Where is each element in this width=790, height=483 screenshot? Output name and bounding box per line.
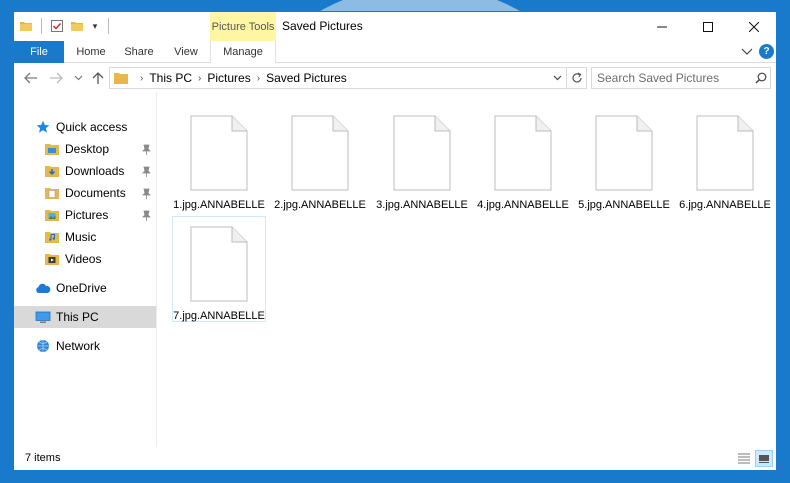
up-arrow-icon[interactable]	[89, 69, 107, 87]
close-icon[interactable]	[731, 12, 776, 41]
recent-locations-chevron-icon[interactable]	[69, 69, 87, 87]
navigation-pane: Quick access Desktop Downloads Documents…	[14, 100, 156, 444]
blank-file-icon	[393, 115, 451, 194]
tab-file[interactable]: File	[14, 41, 64, 63]
details-view-icon[interactable]	[735, 450, 753, 467]
toolbar-separator	[108, 18, 109, 34]
pictures-folder-icon	[44, 207, 60, 223]
desktop-folder-icon	[44, 141, 60, 157]
address-bar[interactable]: › This PC › Pictures › Saved Pictures	[109, 67, 587, 89]
explorer-window: ▾ Picture Tools Saved Pictures File Home…	[13, 11, 777, 471]
window-title: Saved Pictures	[282, 19, 363, 33]
toolbar-separator	[41, 18, 42, 34]
ribbon-expand-chevron-icon[interactable]	[740, 45, 754, 59]
minimize-icon[interactable]	[639, 12, 685, 41]
nav-item-quick-access[interactable]: Quick access	[14, 116, 156, 138]
file-item[interactable]: 4.jpg.ANNABELLE	[476, 106, 570, 212]
properties-check-icon[interactable]	[49, 18, 65, 34]
file-item[interactable]: 2.jpg.ANNABELLE	[273, 106, 367, 212]
crumb-pictures[interactable]: Pictures	[207, 71, 250, 85]
cloud-icon	[35, 280, 51, 296]
forward-arrow-icon[interactable]	[47, 69, 65, 87]
nav-item-downloads[interactable]: Downloads	[14, 160, 156, 182]
quick-access-toolbar: ▾	[18, 18, 112, 34]
breadcrumb: › This PC › Pictures › Saved Pictures	[110, 71, 548, 85]
tab-home[interactable]: Home	[69, 41, 113, 63]
tab-manage[interactable]: Manage	[210, 41, 276, 63]
pin-icon[interactable]	[140, 186, 152, 200]
file-name: 4.jpg.ANNABELLE	[477, 199, 569, 211]
search-icon[interactable]	[752, 72, 770, 84]
crumb-separator-icon[interactable]: ›	[198, 73, 201, 84]
nav-item-this-pc[interactable]: This PC	[14, 306, 156, 328]
pin-icon[interactable]	[140, 164, 152, 178]
file-item[interactable]: 5.jpg.ANNABELLE	[577, 106, 671, 212]
file-list: 1.jpg.ANNABELLE 2.jpg.ANNABELLE 3.jpg.ANNA…	[157, 92, 776, 447]
item-count: 7 items	[25, 452, 61, 464]
customize-dropdown-icon[interactable]: ▾	[89, 21, 101, 32]
new-folder-icon[interactable]	[69, 18, 85, 34]
file-item[interactable]: 3.jpg.ANNABELLE	[375, 106, 469, 212]
nav-item-network[interactable]: Network	[14, 335, 156, 357]
search-input[interactable]	[592, 68, 752, 88]
large-icons-view-icon[interactable]	[755, 450, 773, 467]
blank-file-icon	[595, 115, 653, 194]
status-bar: 7 items	[14, 447, 776, 470]
documents-folder-icon	[44, 185, 60, 201]
crumb-saved-pictures[interactable]: Saved Pictures	[266, 71, 347, 85]
help-button[interactable]: ?	[759, 44, 774, 59]
pin-icon[interactable]	[140, 208, 152, 222]
nav-item-documents[interactable]: Documents	[14, 182, 156, 204]
file-item[interactable]: 1.jpg.ANNABELLE	[172, 106, 266, 212]
nav-item-videos[interactable]: Videos	[14, 248, 156, 270]
file-item[interactable]: 7.jpg.ANNABELLE	[172, 216, 266, 322]
crumb-this-pc[interactable]: This PC	[149, 71, 192, 85]
downloads-folder-icon	[44, 163, 60, 179]
tab-view[interactable]: View	[166, 41, 206, 63]
blank-file-icon	[696, 115, 754, 194]
address-folder-icon	[114, 72, 128, 84]
nav-item-music[interactable]: Music	[14, 226, 156, 248]
file-name: 5.jpg.ANNABELLE	[578, 199, 670, 211]
file-item[interactable]: 6.jpg.ANNABELLE	[678, 106, 772, 212]
search-box	[591, 67, 771, 89]
videos-folder-icon	[44, 251, 60, 267]
music-folder-icon	[44, 229, 60, 245]
address-dropdown-chevron-icon[interactable]	[548, 68, 566, 88]
file-name: 7.jpg.ANNABELLE	[173, 310, 265, 322]
picture-tools-context-tab: Picture Tools	[210, 12, 276, 41]
crumb-separator-icon: ›	[140, 72, 144, 84]
network-icon	[35, 338, 51, 354]
file-name: 3.jpg.ANNABELLE	[376, 199, 468, 211]
computer-icon	[35, 309, 51, 325]
star-icon	[35, 119, 51, 135]
nav-item-desktop[interactable]: Desktop	[14, 138, 156, 160]
folder-icon[interactable]	[18, 18, 34, 34]
back-arrow-icon[interactable]	[22, 69, 40, 87]
file-name: 1.jpg.ANNABELLE	[173, 199, 265, 211]
blank-file-icon	[291, 115, 349, 194]
nav-item-pictures[interactable]: Pictures	[14, 204, 156, 226]
ribbon-tabs: File Home Share View Manage ?	[14, 41, 776, 63]
file-name: 6.jpg.ANNABELLE	[679, 199, 771, 211]
pin-icon[interactable]	[140, 142, 152, 156]
tab-share[interactable]: Share	[117, 41, 161, 63]
maximize-icon[interactable]	[685, 12, 731, 41]
title-bar: ▾ Picture Tools Saved Pictures	[14, 12, 776, 41]
blank-file-icon	[494, 115, 552, 194]
address-row: › This PC › Pictures › Saved Pictures	[14, 64, 776, 92]
blank-file-icon	[190, 115, 248, 194]
refresh-icon[interactable]	[566, 68, 586, 88]
file-name: 2.jpg.ANNABELLE	[274, 199, 366, 211]
nav-item-onedrive[interactable]: OneDrive	[14, 277, 156, 299]
blank-file-icon	[190, 226, 248, 305]
crumb-separator-icon[interactable]: ›	[257, 73, 260, 84]
